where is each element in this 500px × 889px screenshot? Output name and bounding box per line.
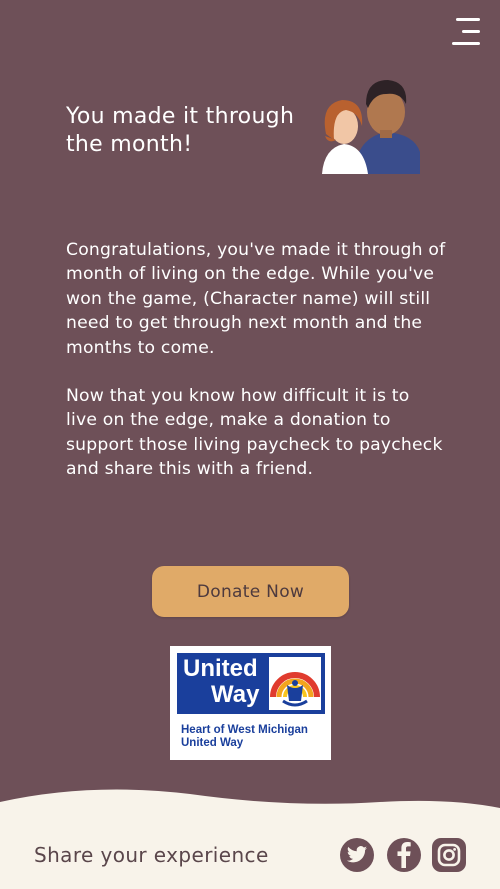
facebook-icon[interactable] bbox=[387, 838, 421, 872]
logo-word-way: Way bbox=[211, 681, 260, 708]
logo-word-united: United bbox=[183, 655, 258, 682]
logo-banner: United Way bbox=[177, 653, 325, 714]
hamburger-menu-icon bbox=[456, 18, 480, 21]
page-title: You made it through the month! bbox=[66, 104, 295, 157]
twitter-icon[interactable] bbox=[340, 838, 374, 872]
united-way-logo[interactable]: United Way Heart of West Michigan United… bbox=[170, 646, 331, 760]
logo-subtitle-line1: Heart of West Michigan bbox=[181, 724, 308, 736]
footer-wave bbox=[0, 789, 500, 889]
share-footer: Share your experience bbox=[0, 780, 500, 889]
menu-button[interactable] bbox=[450, 16, 480, 48]
logo-subtitle-line2: United Way bbox=[181, 737, 244, 749]
logo-subtitle: Heart of West Michigan United Way bbox=[181, 724, 308, 750]
couple-illustration bbox=[316, 74, 426, 174]
paragraph-donation: Now that you know how difficult it is to… bbox=[66, 386, 443, 480]
paragraph-congrats: Congratulations, you've made it through … bbox=[66, 240, 446, 358]
instagram-icon[interactable] bbox=[432, 838, 466, 872]
united-way-emblem-icon bbox=[269, 657, 321, 710]
share-label: Share your experience bbox=[34, 843, 269, 867]
donate-now-button[interactable]: Donate Now bbox=[152, 566, 349, 617]
body-text: Congratulations, you've made it through … bbox=[66, 238, 446, 506]
